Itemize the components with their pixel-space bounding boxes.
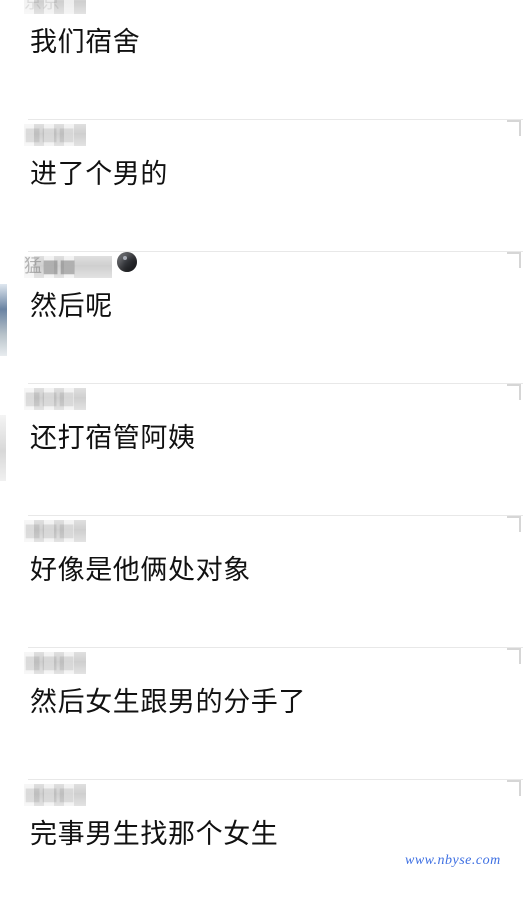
corner-mark-icon [507, 516, 521, 532]
username[interactable]: 京京 [24, 0, 86, 14]
comment-text: 还打宿管阿姨 [30, 423, 196, 454]
corner-mark-icon [507, 252, 521, 268]
username[interactable]: ■■■ [24, 784, 86, 806]
username[interactable]: ■■■ [24, 124, 86, 146]
username[interactable]: ■■■ [24, 520, 86, 542]
comment-text: 好像是他俩处对象 [30, 555, 251, 586]
comment-item[interactable]: ■■■ 好像是他俩处对象 [0, 516, 523, 648]
avatar[interactable] [0, 284, 7, 356]
comment-list: 京京 我们宿舍 ■■■ 进了个男的 猛■■ 然后呢 ■■■ 还打宿管阿姨 ■■■… [0, 0, 523, 887]
comment-item[interactable]: ■■■ 然后女生跟男的分手了 [0, 648, 523, 780]
comment-item[interactable]: 猛■■ 然后呢 [0, 252, 523, 384]
comment-item[interactable]: 京京 我们宿舍 [0, 0, 523, 120]
comment-item[interactable]: ■■■ 进了个男的 [0, 120, 523, 252]
username[interactable]: ■■■ [24, 388, 86, 410]
dark-circular-badge-icon [117, 252, 137, 272]
comment-text: 进了个男的 [30, 159, 168, 190]
corner-mark-icon [507, 780, 521, 796]
watermark: www.nbyse.com [405, 853, 501, 868]
comment-text: 我们宿舍 [30, 27, 141, 58]
comment-text: 然后呢 [30, 291, 113, 322]
username[interactable]: ■■■ [24, 652, 86, 674]
username[interactable]: 猛■■ [24, 256, 112, 278]
comment-item[interactable]: ■■■ 还打宿管阿姨 [0, 384, 523, 516]
avatar[interactable] [0, 415, 6, 481]
corner-mark-icon [507, 648, 521, 664]
comment-item[interactable]: ■■■ 完事男生找那个女生 [0, 780, 523, 912]
corner-mark-icon [507, 120, 521, 136]
comment-text: 完事男生找那个女生 [30, 819, 279, 850]
corner-mark-icon [507, 384, 521, 400]
comment-text: 然后女生跟男的分手了 [30, 687, 306, 718]
